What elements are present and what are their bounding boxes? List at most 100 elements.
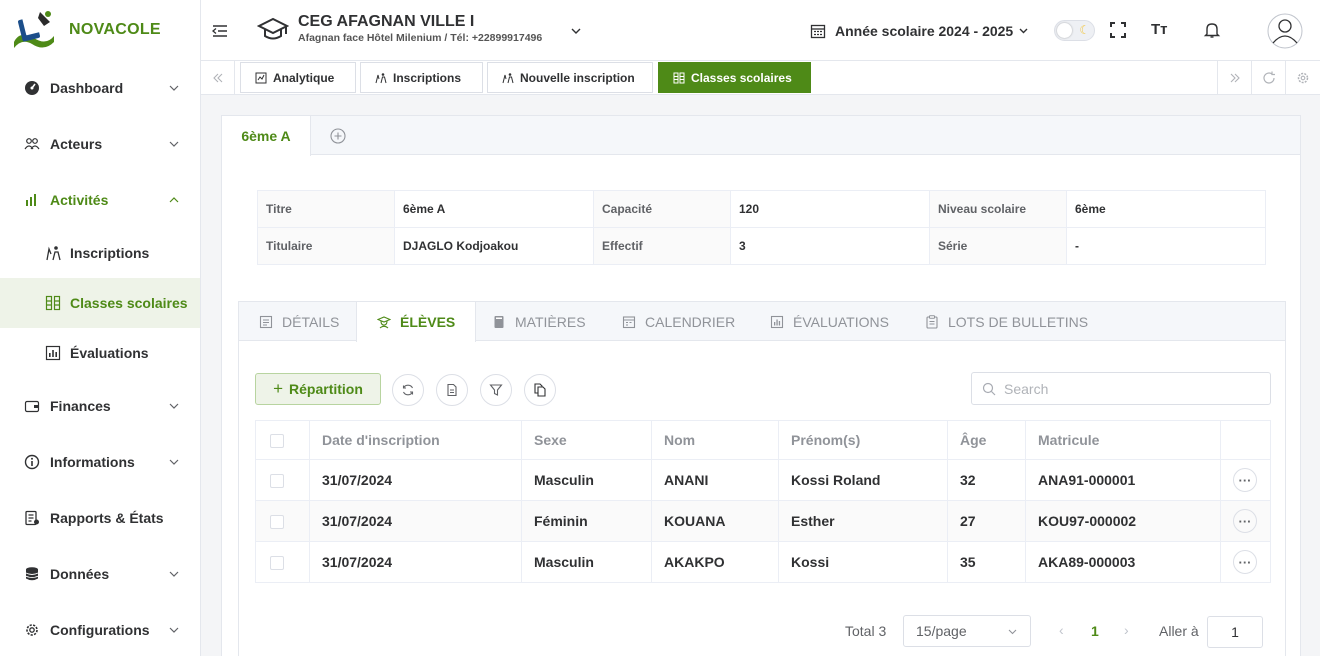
table-row[interactable]: 31/07/2024 Masculin AKAKPO Kossi 35 AKA8… <box>255 541 1271 583</box>
menu-collapse-icon[interactable] <box>211 22 229 40</box>
section-tabs: DÉTAILS ÉLÈVES MATIÈRES CALENDRIER ÉVALU… <box>239 302 1285 342</box>
prev-page-button[interactable]: ‹ <box>1059 622 1064 638</box>
column-header-sexe[interactable]: Sexe <box>521 420 652 460</box>
sidebar-item-finances[interactable]: Finances <box>0 382 200 430</box>
cell-age: 35 <box>947 541 1026 583</box>
cell-matricule: KOU97-000002 <box>1025 500 1221 542</box>
gear-icon <box>1297 72 1309 83</box>
table-row[interactable]: 31/07/2024 Masculin ANANI Kossi Roland 3… <box>255 459 1271 501</box>
class-tab-6eme-a[interactable]: 6ème A <box>222 116 311 156</box>
export-button[interactable] <box>524 374 556 406</box>
fullscreen-icon[interactable] <box>1110 22 1126 38</box>
more-actions-button[interactable]: ··· <box>1233 509 1257 533</box>
repartition-button[interactable]: + Répartition <box>255 373 381 405</box>
sidebar-item-dashboard[interactable]: Dashboard <box>0 64 200 112</box>
bar-chart-icon <box>24 192 40 208</box>
classes-icon <box>673 72 685 83</box>
font-size-icon[interactable]: Tт <box>1151 21 1168 38</box>
brand[interactable]: NOVACOLE <box>0 0 200 60</box>
sidebar-item-rapports[interactable]: Rapports & États <box>0 494 200 542</box>
row-select-cell <box>255 541 310 583</box>
school-year-select[interactable]: Année scolaire 2024 - 2025 <box>835 23 1013 39</box>
tab-label: LOTS DE BULLETINS <box>948 313 1089 330</box>
filter-button[interactable] <box>480 374 512 406</box>
capacite-label: Capacité <box>593 190 731 228</box>
tab-calendrier[interactable]: CALENDRIER <box>622 302 735 341</box>
section-panel: DÉTAILS ÉLÈVES MATIÈRES CALENDRIER ÉVALU… <box>238 301 1286 656</box>
class-tabs: 6ème A <box>222 116 1300 156</box>
graduation-cap-icon <box>257 17 289 40</box>
chevron-down-icon[interactable] <box>569 24 583 38</box>
sidebar-item-activites[interactable]: Activités <box>0 176 200 224</box>
cell-date: 31/07/2024 <box>309 500 522 542</box>
column-header-age[interactable]: Âge <box>947 420 1026 460</box>
tab-label: MATIÈRES <box>515 313 586 330</box>
page-tab-inscriptions[interactable]: Inscriptions <box>360 62 483 93</box>
page-tab-nouvelle-inscription[interactable]: Nouvelle inscription <box>487 62 653 93</box>
more-actions-button[interactable]: ··· <box>1233 468 1257 492</box>
page-tab-label: Analytique <box>273 70 335 85</box>
tabs-scroll-right-button[interactable] <box>1217 61 1251 94</box>
gear-icon <box>24 622 40 638</box>
tab-matieres[interactable]: MATIÈRES <box>492 302 586 341</box>
sidebar-subitem-evaluations[interactable]: Évaluations <box>0 328 200 378</box>
cell-matricule: ANA91-000001 <box>1025 459 1221 501</box>
more-actions-button[interactable]: ··· <box>1233 550 1257 574</box>
sidebar-item-configurations[interactable]: Configurations <box>0 606 200 654</box>
column-header-prenoms[interactable]: Prénom(s) <box>778 420 948 460</box>
column-header-date[interactable]: Date d'inscription <box>309 420 522 460</box>
page-size-value: 15/page <box>916 623 967 639</box>
page-tab-analytique[interactable]: Analytique <box>240 62 356 93</box>
sidebar-item-label: Dashboard <box>50 80 124 96</box>
row-checkbox[interactable] <box>270 515 284 530</box>
tab-evaluations[interactable]: ÉVALUATIONS <box>770 302 889 341</box>
dark-mode-toggle[interactable]: ☾ <box>1054 20 1095 41</box>
add-tab-icon[interactable] <box>329 127 347 145</box>
copy-document-icon <box>534 383 546 397</box>
tab-eleves[interactable]: ÉLÈVES <box>356 302 477 342</box>
sidebar-subitem-classes[interactable]: Classes scolaires <box>0 278 200 328</box>
class-info-table: Titre 6ème A Capacité 120 Niveau scolair… <box>257 190 1266 265</box>
sidebar-item-acteurs[interactable]: Acteurs <box>0 120 200 168</box>
bulletin-icon <box>926 314 938 329</box>
search-field[interactable] <box>971 372 1271 405</box>
column-header-nom[interactable]: Nom <box>651 420 779 460</box>
row-select-cell <box>255 500 310 542</box>
sidebar-item-donnees[interactable]: Données <box>0 550 200 598</box>
tab-details[interactable]: DÉTAILS <box>259 302 339 341</box>
column-header-matricule[interactable]: Matricule <box>1025 420 1221 460</box>
sidebar-subitem-inscriptions[interactable]: Inscriptions <box>0 228 200 278</box>
tab-label: DÉTAILS <box>282 313 340 330</box>
select-all-checkbox[interactable] <box>270 434 284 449</box>
double-chevron-left-icon <box>212 73 222 82</box>
page-tab-label: Inscriptions <box>393 70 462 85</box>
tabs-settings-button[interactable] <box>1285 61 1320 94</box>
report-icon <box>24 510 40 526</box>
page-size-select[interactable]: 15/page <box>903 615 1031 647</box>
document-button[interactable] <box>436 374 468 406</box>
tab-lots-bulletins[interactable]: LOTS DE BULLETINS <box>925 302 1088 341</box>
table-row[interactable]: 31/07/2024 Féminin KOUANA Esther 27 KOU9… <box>255 500 1271 542</box>
avatar[interactable] <box>1267 13 1303 49</box>
bell-icon[interactable] <box>1203 21 1221 39</box>
school-name[interactable]: CEG AFAGNAN VILLE I <box>298 13 474 31</box>
search-input[interactable] <box>1004 380 1254 397</box>
effectif-label: Effectif <box>593 227 731 265</box>
refresh-button[interactable] <box>392 374 424 406</box>
sidebar-item-label: Informations <box>50 454 135 470</box>
next-page-button[interactable]: › <box>1124 622 1129 638</box>
titre-value: 6ème A <box>394 190 594 228</box>
tabs-scroll-left-button[interactable] <box>201 61 235 94</box>
page-number-current[interactable]: 1 <box>1091 623 1099 639</box>
chevron-down-icon[interactable] <box>1017 24 1030 37</box>
row-checkbox[interactable] <box>270 474 284 489</box>
refresh-button[interactable] <box>1251 61 1285 94</box>
row-checkbox[interactable] <box>270 556 284 571</box>
brand-name: NOVACOLE <box>69 21 161 38</box>
page-tab-classes-scolaires[interactable]: Classes scolaires <box>658 62 811 93</box>
chart-icon <box>45 345 61 361</box>
page-tabs-bar: Analytique Inscriptions Nouvelle inscrip… <box>201 61 1320 95</box>
sidebar-item-informations[interactable]: Informations <box>0 438 200 486</box>
goto-page-input[interactable]: 1 <box>1207 616 1263 648</box>
tab-label: ÉLÈVES <box>400 314 456 330</box>
